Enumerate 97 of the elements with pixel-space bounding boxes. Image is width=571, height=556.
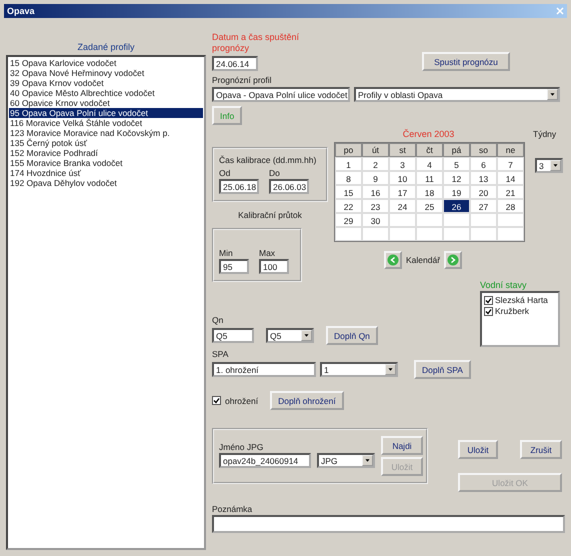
window-title: Opava xyxy=(7,6,35,16)
calendar-day[interactable]: 19 xyxy=(443,185,470,199)
date-field[interactable]: 24.06.14 xyxy=(212,56,258,71)
list-item[interactable]: 174 Hvozdnice úsť xyxy=(9,168,203,178)
calendar-day[interactable]: 8 xyxy=(335,171,362,185)
calendar-day[interactable]: 27 xyxy=(470,199,497,213)
weekday-header: po xyxy=(335,143,362,157)
list-item[interactable]: 135 Černý potok úsť xyxy=(9,138,203,148)
jpg-name-field[interactable]: opav24b_24060914 xyxy=(219,453,311,468)
water-levels-label: Vodní stavy xyxy=(480,280,528,290)
spa-label: SPA xyxy=(212,349,230,359)
calendar-day[interactable]: 11 xyxy=(416,171,443,185)
weekday-header: út xyxy=(362,143,389,157)
calendar-title: Červen 2003 xyxy=(402,129,456,139)
calendar-day[interactable]: 4 xyxy=(416,157,443,171)
spa-field[interactable]: 1. ohrožení xyxy=(212,362,316,377)
checkbox-label: Kružberk xyxy=(495,306,530,316)
calendar-day[interactable]: 13 xyxy=(470,171,497,185)
list-item[interactable]: 152 Moravice Podhradí xyxy=(9,148,203,158)
calendar-day[interactable]: 28 xyxy=(497,199,524,213)
note-label: Poznámka xyxy=(212,504,254,514)
list-heading: Zadané profily xyxy=(76,42,136,52)
calendar-day[interactable]: 23 xyxy=(362,199,389,213)
calendar-day[interactable]: 10 xyxy=(389,171,416,185)
profile-field[interactable]: Opava - Opava Polní ulice vodočet xyxy=(212,87,350,102)
to-field[interactable]: 26.06.03 xyxy=(269,179,309,194)
weeks-dropdown[interactable]: 3 xyxy=(535,158,563,173)
calendar-day[interactable]: 14 xyxy=(497,171,524,185)
start-label: Datum a čas spuštění prognózy xyxy=(212,32,300,54)
calendar-day[interactable]: 16 xyxy=(362,185,389,199)
list-item[interactable]: 39 Opava Krnov vodočet xyxy=(9,78,203,88)
list-item[interactable]: 60 Opavice Krnov vodočet xyxy=(9,98,203,108)
calendar-day[interactable]: 9 xyxy=(362,171,389,185)
calendar-day[interactable]: 26 xyxy=(443,199,470,213)
checkbox[interactable] xyxy=(484,306,493,316)
cancel-button[interactable]: Zrušit xyxy=(520,440,562,459)
calendar-day[interactable]: 29 xyxy=(335,213,362,227)
weeks-label: Týdny xyxy=(533,129,556,139)
jpg-label: Jméno JPG xyxy=(219,442,264,452)
fill-spa-button[interactable]: Doplň SPA xyxy=(414,360,471,379)
note-field[interactable] xyxy=(212,515,565,533)
calendar-day[interactable]: 18 xyxy=(416,185,443,199)
checkbox[interactable] xyxy=(484,296,493,304)
calendar-day[interactable]: 21 xyxy=(497,185,524,199)
qn-field[interactable]: Q5 xyxy=(212,328,254,343)
area-dropdown[interactable]: Profily v oblasti Opava xyxy=(354,87,560,102)
flow-label: Kalibrační průtok xyxy=(237,210,303,220)
find-button[interactable]: Najdi xyxy=(381,436,423,455)
list-item[interactable]: 32 Opava Nové Heřminovy vodočet xyxy=(9,68,203,78)
calendar-day[interactable]: 3 xyxy=(389,157,416,171)
from-label: Od xyxy=(219,168,232,178)
calendar-day[interactable]: 25 xyxy=(416,199,443,213)
calendar-day[interactable]: 5 xyxy=(443,157,470,171)
fill-threat-button[interactable]: Doplň ohrožení xyxy=(270,391,344,410)
max-label: Max xyxy=(259,248,276,258)
start-button[interactable]: Spustit prognózu xyxy=(422,52,510,71)
profile-label: Prognózní profil xyxy=(212,75,273,85)
list-item[interactable]: 155 Moravice Branka vodočet xyxy=(9,158,203,168)
weekday-header: pá xyxy=(443,143,470,157)
weekday-header: ne xyxy=(497,143,524,157)
list-item[interactable]: 192 Opava Děhylov vodočet xyxy=(9,178,203,188)
fill-qn-button[interactable]: Doplň Qn xyxy=(326,326,378,345)
list-item[interactable]: 95 Opava Opava Polní ulice vodočet xyxy=(9,108,203,118)
max-field[interactable]: 100 xyxy=(259,259,289,274)
qn-dropdown[interactable]: Q5 xyxy=(266,328,314,343)
calibration-title: Čas kalibrace (dd.mm.hh) xyxy=(219,155,318,165)
calendar-nav-label: Kalendář xyxy=(406,255,440,265)
calendar-day[interactable]: 1 xyxy=(335,157,362,171)
from-field[interactable]: 25.06.18 xyxy=(219,179,259,194)
min-field[interactable]: 95 xyxy=(219,259,249,274)
format-dropdown[interactable]: JPG xyxy=(317,453,375,468)
to-label: Do xyxy=(269,168,281,178)
weekday-header: čt xyxy=(416,143,443,157)
previous-button[interactable] xyxy=(384,251,402,269)
calendar-day[interactable]: 15 xyxy=(335,185,362,199)
weekday-header: st xyxy=(389,143,416,157)
list-item[interactable]: 15 Opava Karlovice vodočet xyxy=(9,58,203,68)
calendar-day[interactable]: 7 xyxy=(497,157,524,171)
calendar-day[interactable]: 20 xyxy=(470,185,497,199)
checkbox-label: Slezská Harta xyxy=(495,295,548,305)
min-label: Min xyxy=(219,248,234,258)
list-item[interactable]: 116 Moravice Velká Štáhle vodočet xyxy=(9,118,203,128)
calendar-day[interactable]: 12 xyxy=(443,171,470,185)
spa-dropdown[interactable]: 1 xyxy=(320,362,398,377)
qn-label: Qn xyxy=(212,315,224,325)
calendar-day[interactable]: 17 xyxy=(389,185,416,199)
calendar-day[interactable]: 24 xyxy=(389,199,416,213)
list-item[interactable]: 40 Opavice Město Albrechtice vodočet xyxy=(9,88,203,98)
calendar-day[interactable]: 30 xyxy=(362,213,389,227)
threat-label: ohrožení xyxy=(225,396,258,406)
calendar-day[interactable]: 22 xyxy=(335,199,362,213)
list-item[interactable]: 123 Moravice Moravice nad Kočovským p. xyxy=(9,128,203,138)
save-button[interactable]: Uložit xyxy=(458,440,498,459)
weekday-header: so xyxy=(470,143,497,157)
checkbox[interactable] xyxy=(212,396,221,405)
calendar-day[interactable]: 6 xyxy=(470,157,497,171)
calendar-day[interactable]: 2 xyxy=(362,157,389,171)
